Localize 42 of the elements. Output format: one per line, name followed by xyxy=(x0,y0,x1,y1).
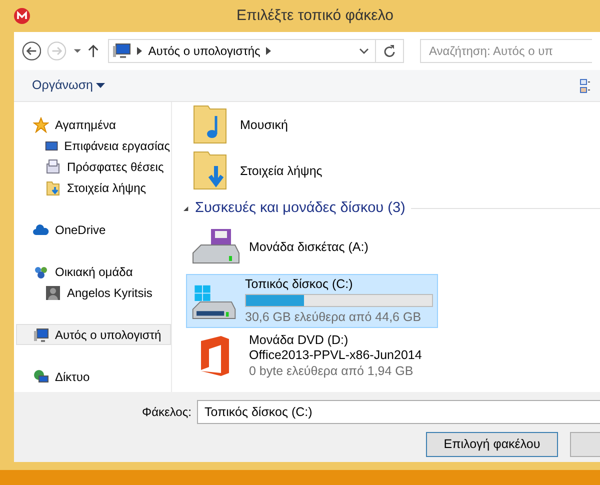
folder-item[interactable]: Στοιχεία λήψης xyxy=(172,148,600,194)
sidebar-item[interactable]: Αγαπημένα xyxy=(14,114,171,135)
sidebar-item[interactable]: Αυτός ο υπολογιστή xyxy=(16,324,171,345)
computer-icon xyxy=(33,326,49,342)
folder-item[interactable]: Μουσική xyxy=(172,102,600,148)
recent-places-icon xyxy=(45,158,61,174)
computer-icon xyxy=(113,43,132,59)
dropdown-icon[interactable] xyxy=(72,48,82,54)
sidebar-item[interactable]: OneDrive xyxy=(14,219,171,240)
avatar-icon xyxy=(45,284,61,300)
network-icon xyxy=(33,368,49,384)
section-header: Συσκευές και μονάδες δίσκου (3) xyxy=(195,199,406,218)
folder-icon xyxy=(45,180,61,196)
up-arrow-icon[interactable] xyxy=(88,43,98,59)
sidebar-item[interactable]: Επιφάνεια εργασίας xyxy=(14,135,171,156)
address-path: Αυτός ο υπολογιστής xyxy=(148,43,260,60)
window-title: Επιλέξτε τοπικό φάκελο xyxy=(236,6,394,26)
sidebar-item[interactable]: Οικιακή ομάδα xyxy=(14,261,171,282)
folder-label: Φάκελος: xyxy=(142,404,192,421)
sidebar-item[interactable]: Δίκτυο xyxy=(14,366,171,387)
organize-menu[interactable]: Οργάνωση xyxy=(32,76,106,95)
view-options-icon[interactable] xyxy=(580,78,590,94)
sidebar-item[interactable]: Angelos Kyritsis xyxy=(14,282,171,303)
star-icon xyxy=(33,116,49,132)
drive-item[interactable]: Μονάδα δισκέτας (A:) xyxy=(186,224,438,272)
drive-item[interactable]: Τοπικός δίσκος (C:) 30,6 GB ελεύθερα από 44,6 GB xyxy=(186,274,438,328)
sidebar-item[interactable]: Πρόσφατες θέσεις xyxy=(14,156,171,177)
collapse-arrow-icon[interactable] xyxy=(182,205,189,212)
chevron-icon xyxy=(137,47,142,55)
app-icon xyxy=(14,8,30,24)
chevron-icon xyxy=(266,47,272,55)
refresh-icon[interactable] xyxy=(384,44,396,58)
back-icon[interactable] xyxy=(22,40,42,62)
dropdown-icon[interactable] xyxy=(359,47,369,55)
caret-icon xyxy=(96,83,106,88)
address-bar[interactable]: Αυτός ο υπολογιστής xyxy=(108,39,404,63)
folder-field[interactable]: Τοπικός δίσκος (C:) xyxy=(197,400,600,424)
select-folder-button[interactable]: Επιλογή φακέλου xyxy=(426,432,558,457)
search-field[interactable]: Αναζήτηση: Αυτός ο υπ xyxy=(420,39,592,63)
drive-item[interactable]: Μονάδα DVD (D:) Office2013-PPVL-x86-Jun2014 0 byte ελεύθερα από 1,94 GB xyxy=(186,330,438,382)
cloud-icon xyxy=(33,222,49,238)
sidebar-item[interactable]: Στοιχεία λήψης xyxy=(14,177,171,198)
